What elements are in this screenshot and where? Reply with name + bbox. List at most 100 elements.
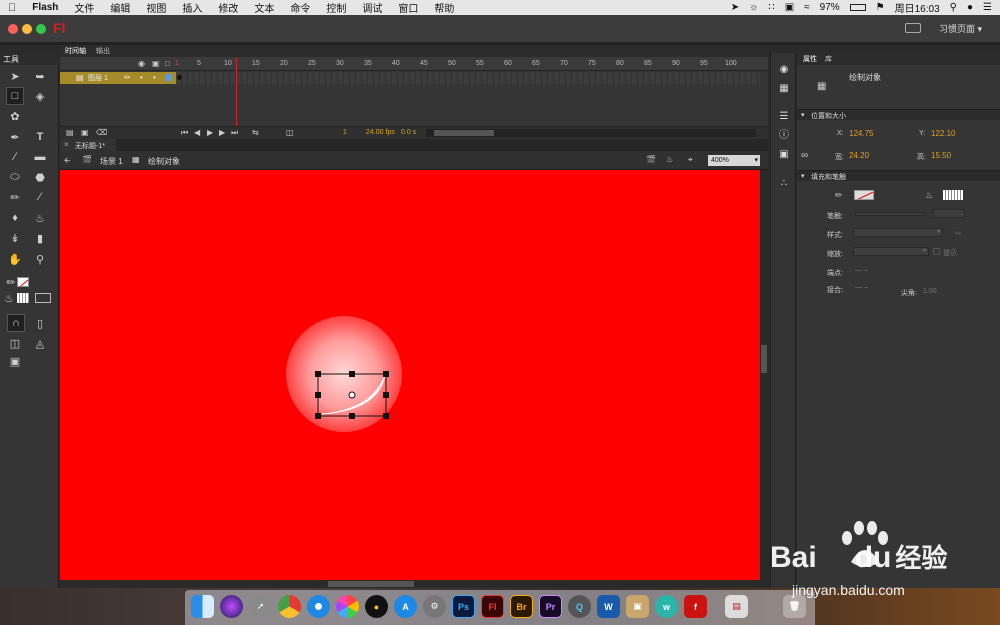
edit-scene-icon[interactable]: 🎬 bbox=[646, 155, 656, 164]
eyedropper-tool-icon[interactable]: ↡ bbox=[6, 229, 24, 247]
menu-commands[interactable]: 命令 bbox=[282, 0, 318, 15]
cap-select[interactable]: — – bbox=[855, 267, 868, 274]
siri-menu-icon[interactable]: ● bbox=[967, 2, 973, 13]
align-panel-icon[interactable]: ☰ bbox=[777, 110, 791, 124]
motion-presets-icon[interactable]: ∴ bbox=[777, 177, 791, 191]
edit-style-icon[interactable]: ✏ bbox=[955, 229, 962, 238]
frame-rate[interactable]: 24.00 fps bbox=[366, 129, 395, 136]
fill-color-swatch[interactable] bbox=[943, 190, 963, 200]
menu-edit[interactable]: 编辑 bbox=[102, 0, 138, 15]
swatches-panel-icon[interactable]: ▦ bbox=[777, 82, 791, 96]
subselection-tool-icon[interactable]: ➥ bbox=[31, 67, 49, 85]
3d-rotation-tool-icon[interactable]: ◈ bbox=[31, 87, 49, 105]
menu-text[interactable]: 文本 bbox=[246, 0, 282, 15]
outline-icon[interactable]: □ bbox=[165, 59, 170, 68]
frames-row[interactable] bbox=[176, 72, 760, 84]
menu-insert[interactable]: 插入 bbox=[174, 0, 210, 15]
workspace-selector[interactable]: 习惯页面 ▾ bbox=[939, 22, 982, 35]
back-arrow-icon[interactable]: 🡨 bbox=[64, 155, 71, 169]
lock-icon[interactable]: ▣ bbox=[152, 59, 160, 68]
screens-icon[interactable]: ▤ bbox=[725, 595, 748, 618]
position-size-section[interactable]: ▾ 位置和大小 bbox=[797, 109, 1000, 120]
fill-stroke-section[interactable]: ▾ 填充和笔触 bbox=[797, 170, 1000, 181]
menu-debug[interactable]: 调试 bbox=[354, 0, 390, 15]
word-icon[interactable]: W bbox=[597, 595, 620, 618]
bluetooth-icon[interactable]: ∷ bbox=[768, 2, 774, 13]
photos-icon[interactable] bbox=[336, 595, 359, 618]
fill-color-swatch[interactable] bbox=[17, 293, 29, 303]
menu-view[interactable]: 视图 bbox=[138, 0, 174, 15]
transform-handle[interactable] bbox=[315, 371, 321, 377]
minimize-icon[interactable] bbox=[22, 24, 32, 34]
scale-select[interactable]: ▾ bbox=[853, 247, 929, 256]
new-folder-icon[interactable]: ▣ bbox=[81, 128, 89, 137]
appstore-icon[interactable]: A bbox=[394, 595, 417, 618]
center-stage-icon[interactable]: ⌖ bbox=[688, 155, 693, 165]
step-back-icon[interactable]: ◀ bbox=[194, 128, 200, 137]
flag-icon[interactable]: ⚑ bbox=[876, 2, 885, 13]
quicktime-icon[interactable]: Q bbox=[568, 595, 591, 618]
tab-library[interactable]: 库 bbox=[825, 54, 832, 64]
transform-center-point[interactable] bbox=[348, 391, 356, 399]
go-last-icon[interactable]: ⏭ bbox=[231, 128, 238, 138]
straighten-icon[interactable]: ◬ bbox=[31, 334, 49, 352]
transform-panel-icon[interactable]: ▣ bbox=[777, 148, 791, 162]
miter-value[interactable]: 1.00 bbox=[923, 288, 937, 295]
drawing-object[interactable] bbox=[60, 170, 760, 580]
sync-settings-icon[interactable] bbox=[905, 23, 921, 33]
tab-timeline[interactable]: 时间轴 bbox=[65, 46, 86, 56]
search-icon[interactable]: ⚲ bbox=[950, 2, 957, 13]
stroke-slider[interactable] bbox=[855, 212, 925, 216]
app-menu[interactable]: Flash bbox=[24, 2, 66, 13]
edit-symbol-icon[interactable]: ♨ bbox=[666, 155, 673, 164]
pen-tool-icon[interactable]: ✒ bbox=[6, 128, 24, 146]
loop-icon[interactable]: ⇆ bbox=[252, 128, 259, 137]
notification-icon[interactable]: ☰ bbox=[983, 2, 992, 13]
scene-breadcrumb[interactable]: 场景 1 bbox=[100, 156, 123, 167]
stroke-color-swatch[interactable] bbox=[17, 277, 29, 287]
brush-tool-icon[interactable]: ⁄ bbox=[31, 188, 49, 206]
wifi-icon[interactable]: ≈ bbox=[804, 2, 810, 13]
timeline-scrollbar[interactable] bbox=[426, 129, 756, 137]
chrome-icon[interactable] bbox=[278, 595, 301, 618]
transform-handle[interactable] bbox=[315, 392, 321, 398]
transform-handle[interactable] bbox=[349, 413, 355, 419]
lock-dot[interactable]: • bbox=[153, 73, 156, 82]
pencil-tool-icon[interactable]: ✏ bbox=[6, 188, 24, 206]
oval-tool-icon[interactable]: ⬭ bbox=[6, 168, 24, 186]
snap-icon[interactable]: ▯ bbox=[31, 314, 49, 332]
premiere-icon[interactable]: Pr bbox=[539, 595, 562, 618]
menu-window[interactable]: 窗口 bbox=[390, 0, 426, 15]
y-value[interactable]: 122.10 bbox=[931, 129, 955, 138]
go-first-icon[interactable]: ⏮ bbox=[181, 128, 188, 138]
x-value[interactable]: 124.75 bbox=[849, 129, 873, 138]
transform-handle[interactable] bbox=[383, 371, 389, 377]
keyframe-dot[interactable] bbox=[177, 75, 182, 80]
bridge-icon[interactable]: Br bbox=[510, 595, 533, 618]
menu-modify[interactable]: 修改 bbox=[210, 0, 246, 15]
wunderlist-icon[interactable]: w bbox=[655, 595, 678, 618]
fill-color-icon[interactable]: ♨ bbox=[0, 289, 18, 307]
swap-colors-icon[interactable] bbox=[35, 293, 51, 303]
hint-checkbox[interactable] bbox=[933, 248, 940, 255]
hand-tool-icon[interactable]: ✋ bbox=[6, 250, 24, 268]
new-layer-icon[interactable]: ▤ bbox=[66, 128, 74, 137]
paint-bucket-tool-icon[interactable]: ♦ bbox=[6, 209, 24, 227]
tab-close-icon[interactable]: × bbox=[64, 140, 69, 149]
flashplayer-icon[interactable]: f bbox=[684, 595, 707, 618]
stroke-value[interactable] bbox=[933, 209, 965, 218]
battery-icon[interactable] bbox=[849, 4, 866, 11]
archive-icon[interactable]: ▣ bbox=[626, 595, 649, 618]
transform-handle[interactable] bbox=[383, 392, 389, 398]
zoom-icon[interactable] bbox=[36, 24, 46, 34]
selection-tool-icon[interactable]: ➤ bbox=[6, 67, 24, 85]
menu-help[interactable]: 帮助 bbox=[426, 0, 462, 15]
width-value[interactable]: 24.20 bbox=[849, 151, 869, 160]
style-select[interactable]: ▾ bbox=[853, 228, 943, 237]
eye-icon[interactable]: ◉ bbox=[138, 59, 145, 68]
transform-handle[interactable] bbox=[383, 413, 389, 419]
airplay-icon[interactable]: ▣ bbox=[785, 2, 794, 13]
photoshop-icon[interactable]: Ps bbox=[452, 595, 475, 618]
link-icon[interactable]: ∞ bbox=[801, 150, 808, 161]
transform-handle[interactable] bbox=[315, 413, 321, 419]
